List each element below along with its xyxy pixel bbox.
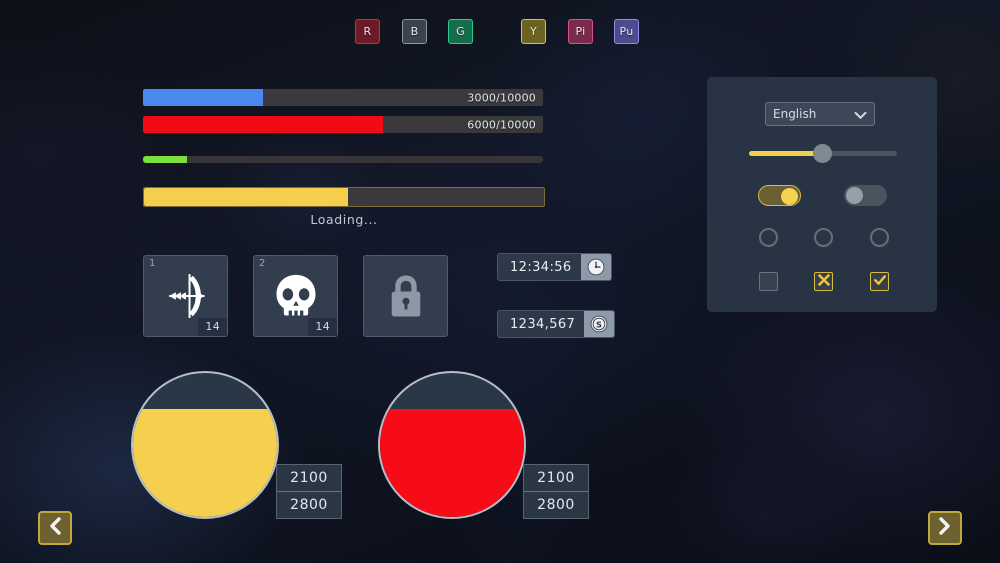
item-slot-index: 1: [149, 258, 156, 269]
volume-slider[interactable]: [749, 142, 897, 164]
color-badge-label: Pi: [575, 25, 586, 38]
lock-icon: [383, 271, 429, 321]
settings-panel: English: [707, 77, 937, 312]
color-badge-y[interactable]: Y: [521, 19, 546, 44]
gauge-fill: [380, 409, 524, 517]
progress-bar-label: 3000/10000: [467, 91, 536, 104]
language-selected-value: English: [773, 107, 817, 121]
checkbox-checked[interactable]: [870, 272, 889, 291]
previous-page-button[interactable]: [38, 511, 72, 545]
currency-stat-chip: 1234,567 S: [497, 310, 616, 338]
item-slot-2[interactable]: 2 14: [253, 255, 338, 337]
gauge-fill: [133, 409, 277, 517]
color-badge-b[interactable]: B: [402, 19, 427, 44]
slider-handle[interactable]: [813, 144, 832, 163]
color-badge-label: Y: [529, 25, 538, 38]
bow-and-arrow-icon: [159, 269, 213, 323]
item-slot-row: 1 14 2 14: [143, 255, 448, 337]
progress-bar-fill: [144, 188, 348, 206]
gauge-current-value: 2100: [524, 465, 588, 492]
color-badge-pi[interactable]: Pi: [568, 19, 593, 44]
color-badge-label: G: [456, 25, 465, 38]
gauge-max-value: 2800: [290, 497, 328, 513]
progress-bar-fill: [143, 156, 187, 163]
progress-bar-track: 6000/10000: [143, 116, 543, 133]
toggle-switch-off[interactable]: [844, 185, 887, 206]
color-badge-pu[interactable]: Pu: [614, 19, 639, 44]
progress-bar-fill: [143, 116, 383, 133]
item-slot-index: 2: [259, 258, 266, 269]
circular-gauge-yellow: [131, 371, 279, 519]
progress-bar-track: [143, 156, 543, 163]
progress-bar-fill: [143, 89, 263, 106]
game-hud-root: R B G Y Pi Pu 3000/10000 6000/10000 Loading..…: [0, 0, 1000, 563]
time-value: 12:34:56: [510, 259, 572, 275]
radio-button-2[interactable]: [814, 228, 833, 247]
cross-icon: [817, 272, 831, 291]
progress-bar-red: 6000/10000: [143, 116, 543, 133]
gauge-max-value: 2800: [537, 497, 575, 513]
color-badge-r[interactable]: R: [355, 19, 380, 44]
gauge-value-box-1: 2100 2800: [276, 464, 342, 519]
toggle-knob: [846, 187, 863, 204]
color-badge-label: R: [363, 25, 372, 38]
chevron-left-icon: [46, 516, 64, 540]
toggle-switch-on[interactable]: [758, 185, 801, 206]
checkbox-unchecked[interactable]: [759, 272, 778, 291]
circular-gauge-red: [378, 371, 526, 519]
chevron-right-icon: [936, 516, 954, 540]
chevron-down-icon: [854, 105, 867, 124]
radio-button-1[interactable]: [759, 228, 778, 247]
checkbox-cross[interactable]: [814, 272, 833, 291]
next-page-button[interactable]: [928, 511, 962, 545]
slider-filled-range: [749, 151, 821, 156]
item-slot-3-locked[interactable]: [363, 255, 448, 337]
progress-bar-track: 3000/10000: [143, 89, 543, 106]
clock-icon: [580, 254, 611, 280]
language-dropdown[interactable]: English: [765, 102, 875, 126]
toggle-knob: [781, 188, 798, 205]
progress-bar-loading: [143, 187, 545, 207]
progress-bar-green-thin: [143, 156, 543, 163]
color-badge-label: Pu: [619, 25, 634, 38]
skull-icon: [270, 270, 322, 322]
gauge-value-box-2: 2100 2800: [523, 464, 589, 519]
item-slot-count: 14: [308, 318, 337, 336]
progress-bar-blue: 3000/10000: [143, 89, 543, 106]
color-badge-row: R B G Y Pi Pu: [355, 19, 639, 44]
color-badge-label: B: [410, 25, 419, 38]
item-slot-count: 14: [198, 318, 227, 336]
currency-value: 1234,567: [510, 316, 576, 332]
radio-button-3[interactable]: [870, 228, 889, 247]
color-badge-g[interactable]: G: [448, 19, 473, 44]
loading-status-text: Loading...: [310, 212, 378, 227]
checkmark-icon: [873, 272, 887, 291]
gauge-current-value: 2100: [277, 465, 341, 492]
progress-bar-track: [143, 187, 545, 207]
progress-bar-label: 6000/10000: [467, 118, 536, 131]
coin-icon: S: [584, 311, 615, 337]
time-stat-chip: 12:34:56: [497, 253, 612, 281]
item-slot-1[interactable]: 1 14: [143, 255, 228, 337]
svg-text:S: S: [596, 320, 602, 330]
